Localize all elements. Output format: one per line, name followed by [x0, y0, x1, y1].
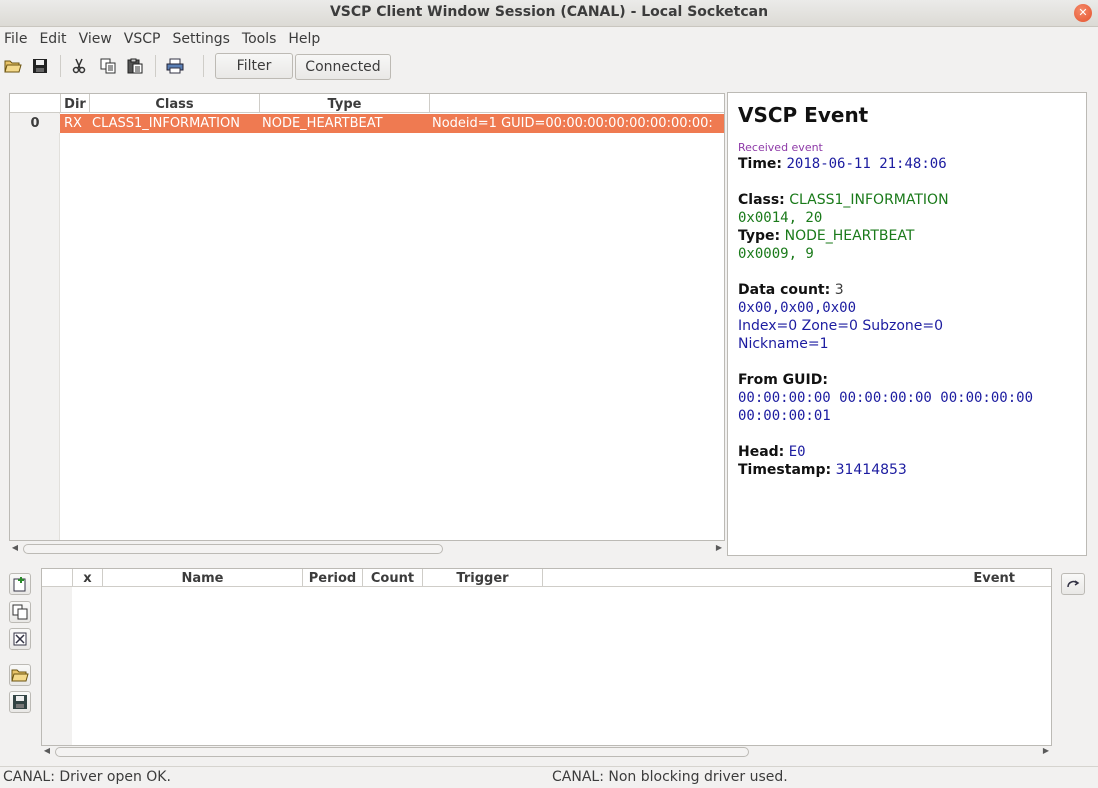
tx-row-number-column — [42, 587, 72, 745]
head-label: Head: — [738, 444, 785, 460]
type-code: 0x0009, 9 — [738, 246, 814, 262]
window-title: VSCP Client Window Session (CANAL) - Loc… — [329, 4, 769, 20]
tx-column-header-period[interactable]: Period — [303, 569, 363, 587]
clone-tx-event-button[interactable] — [9, 601, 31, 623]
clone-icon — [12, 604, 28, 620]
data-decode: Index=0 Zone=0 Subzone=0 — [738, 318, 944, 334]
status-bar: CANAL: Driver open OK. CANAL: Non blocki… — [0, 766, 1098, 788]
menu-view[interactable]: View — [74, 28, 119, 50]
table-row[interactable]: RX CLASS1_INFORMATION NODE_HEARTBEAT Nod… — [10, 114, 724, 133]
title-bar: VSCP Client Window Session (CANAL) - Loc… — [0, 0, 1098, 27]
open-folder-icon — [11, 669, 29, 682]
scrollbar-thumb[interactable] — [23, 544, 443, 554]
column-header-dir[interactable]: Dir — [61, 94, 90, 113]
scroll-left-icon[interactable]: ◀ — [9, 542, 21, 554]
class-value: CLASS1_INFORMATION — [789, 192, 949, 208]
add-tx-event-button[interactable] — [9, 573, 31, 595]
column-header-type[interactable]: Type — [260, 94, 430, 113]
event-list[interactable]: Dir Class Type 0 RX CLASS1_INFORMATION N… — [9, 93, 725, 541]
toolbar-separator — [60, 55, 61, 77]
status-left: CANAL: Driver open OK. — [3, 769, 171, 785]
copy-icon[interactable] — [98, 56, 118, 76]
tx-column-header-name[interactable]: Name — [103, 569, 303, 587]
delete-icon — [13, 632, 27, 646]
guid-line-1: 00:00:00:00 00:00:00:00 00:00:00:00 — [738, 390, 1034, 406]
row-number-column — [10, 113, 60, 540]
menu-bar: File Edit View VSCP Settings Tools Help — [0, 28, 1098, 50]
paste-icon[interactable] — [125, 56, 145, 76]
scrollbar-thumb[interactable] — [55, 747, 749, 757]
event-list-header: Dir Class Type — [10, 94, 724, 113]
cell-note: Nodeid=1 GUID=00:00:00:00:00:00:00:00: — [432, 116, 713, 131]
column-header-class[interactable]: Class — [90, 94, 260, 113]
save-icon[interactable] — [30, 56, 50, 76]
menu-settings[interactable]: Settings — [167, 28, 236, 50]
scroll-left-icon[interactable]: ◀ — [41, 745, 53, 757]
toolbar-separator — [155, 55, 156, 77]
time-value: 2018-06-11 21:48:06 — [786, 156, 947, 172]
scroll-right-icon[interactable]: ▶ — [1040, 745, 1052, 757]
print-icon[interactable] — [165, 56, 185, 76]
class-code: 0x0014, 20 — [738, 210, 823, 226]
time-label: Time: — [738, 156, 783, 172]
tx-column-header-trigger[interactable]: Trigger — [423, 569, 543, 587]
cut-icon[interactable] — [69, 56, 89, 76]
type-value: NODE_HEARTBEAT — [784, 228, 915, 244]
datacount-value: 3 — [834, 282, 844, 298]
timestamp-value: 31414853 — [835, 462, 907, 478]
datacount-label: Data count: — [738, 282, 831, 298]
row-number: 0 — [10, 114, 60, 133]
tx-column-header-x[interactable]: x — [73, 569, 103, 587]
toolbar: Filter Connected — [0, 51, 1098, 81]
guid-label: From GUID: — [738, 372, 828, 388]
column-header-rownum — [10, 94, 61, 113]
close-button[interactable]: ✕ — [1074, 4, 1092, 22]
type-label: Type: — [738, 228, 781, 244]
open-folder-icon[interactable] — [3, 56, 23, 76]
load-tx-set-button[interactable] — [9, 664, 31, 686]
menu-edit[interactable]: Edit — [34, 28, 73, 50]
cell-dir: RX — [64, 116, 82, 131]
scroll-right-icon[interactable]: ▶ — [713, 542, 725, 554]
menu-tools[interactable]: Tools — [237, 28, 284, 50]
redo-icon — [1067, 580, 1080, 588]
transmit-list-header: x Name Period Count Trigger Event — [42, 569, 1051, 587]
class-label: Class: — [738, 192, 785, 208]
toolbar-separator — [203, 55, 204, 77]
tx-column-header-event[interactable]: Event — [543, 569, 1051, 587]
timestamp-label: Timestamp: — [738, 462, 832, 478]
tx-column-header-rownum — [42, 569, 73, 587]
guid-line-2: 00:00:00:01 — [738, 408, 831, 424]
nickname: Nickname=1 — [738, 336, 829, 352]
transmit-list[interactable]: x Name Period Count Trigger Event — [41, 568, 1052, 746]
data-bytes: 0x00,0x00,0x00 — [738, 300, 857, 316]
delete-tx-event-button[interactable] — [9, 628, 31, 650]
menu-vscp[interactable]: VSCP — [119, 28, 168, 50]
cell-class: CLASS1_INFORMATION — [92, 116, 240, 131]
save-tx-set-button[interactable] — [9, 691, 31, 713]
menu-file[interactable]: File — [0, 28, 34, 50]
filter-button[interactable]: Filter — [215, 53, 293, 79]
event-detail-panel: VSCP Event Received event Time: 2018-06-… — [727, 92, 1087, 556]
connected-toggle-button[interactable]: Connected — [295, 54, 391, 80]
status-right: CANAL: Non blocking driver used. — [552, 769, 788, 785]
column-header-note[interactable] — [430, 94, 724, 113]
event-list-hscrollbar[interactable]: ◀ ▶ — [9, 542, 725, 554]
cell-type: NODE_HEARTBEAT — [262, 116, 383, 131]
add-icon — [13, 577, 26, 592]
received-event-label: Received event — [738, 141, 823, 154]
head-value: E0 — [788, 444, 806, 460]
transmit-list-hscrollbar[interactable]: ◀ ▶ — [41, 745, 1052, 757]
save-icon — [13, 695, 27, 709]
send-tx-event-button[interactable] — [1061, 573, 1085, 595]
menu-help[interactable]: Help — [283, 28, 327, 50]
tx-column-header-count[interactable]: Count — [363, 569, 423, 587]
close-icon: ✕ — [1078, 6, 1088, 19]
detail-heading: VSCP Event — [738, 103, 869, 127]
